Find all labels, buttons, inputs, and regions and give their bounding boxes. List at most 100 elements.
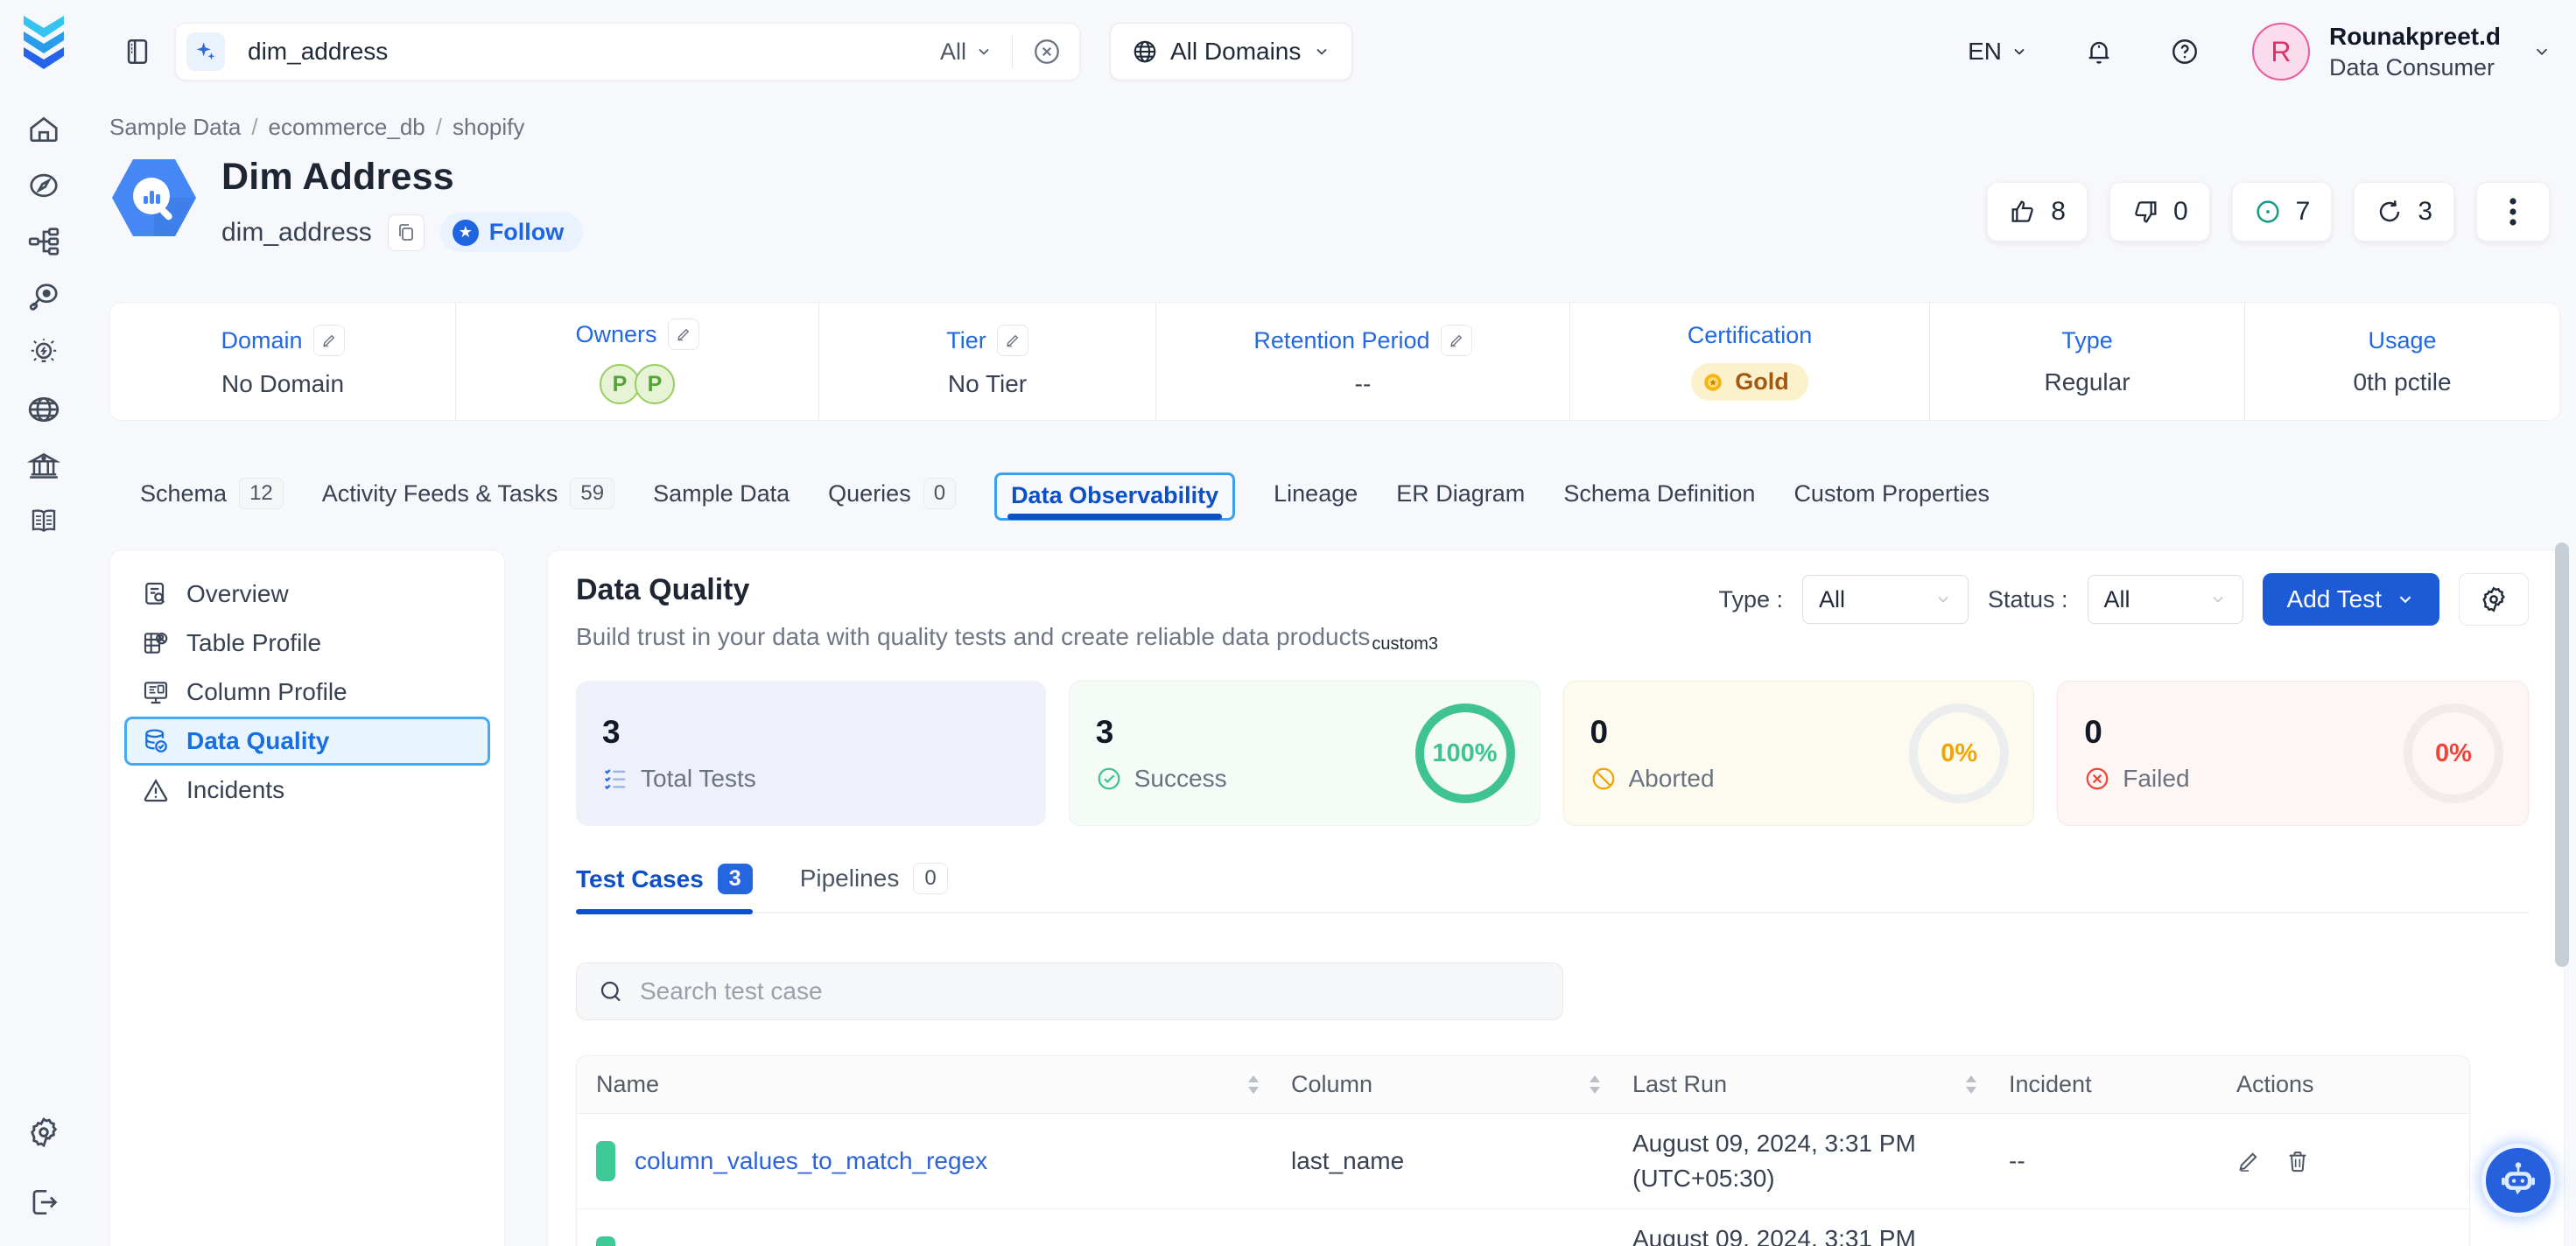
tab-custom-properties[interactable]: Custom Properties [1793, 472, 1990, 522]
test-case-link[interactable]: table_column_count_between [635, 1242, 960, 1246]
type-filter-select[interactable]: All [1802, 575, 1969, 624]
domain-label[interactable]: Domain [221, 327, 302, 354]
sort-icon[interactable] [1247, 1075, 1260, 1094]
versions-count: 3 [2418, 197, 2432, 227]
settings-gear-icon[interactable] [26, 1115, 61, 1150]
follow-button[interactable]: ★ Follow [440, 213, 583, 252]
certification-label[interactable]: Certification [1688, 322, 1813, 349]
star-icon: ★ [453, 220, 479, 246]
aborted-card: 0 Aborted 0% [1563, 681, 2035, 826]
global-search-bar[interactable]: All [175, 23, 1080, 80]
observability-search-eye-icon[interactable] [26, 280, 61, 315]
ai-sparkle-icon[interactable] [186, 32, 225, 71]
observability-side-menu: Overview Table Profile Column Profile Da… [109, 550, 505, 1246]
robot-icon [2495, 1158, 2541, 1203]
tab-label: ER Diagram [1396, 480, 1525, 508]
breadcrumb-item[interactable]: Sample Data [109, 114, 241, 141]
explore-compass-icon[interactable] [26, 168, 61, 203]
retention-label[interactable]: Retention Period [1253, 327, 1429, 354]
custom-property-note: custom3 [1372, 634, 1438, 654]
column-header-name[interactable]: Name [577, 1071, 1272, 1098]
edit-pencil-icon[interactable] [997, 325, 1028, 356]
user-menu[interactable]: Rounakpreet.d Data Consumer [2329, 23, 2501, 81]
clear-search-icon[interactable] [1032, 37, 1062, 66]
notifications-bell-icon[interactable] [2084, 37, 2114, 66]
sort-icon[interactable] [1965, 1075, 1977, 1094]
edit-pencil-icon[interactable] [313, 325, 345, 356]
last-run-value: August 09, 2024, 3:31 PM (UTC+05:30) [1632, 1126, 1970, 1196]
tab-schema[interactable]: Schema 12 [140, 469, 284, 523]
edit-pencil-icon[interactable] [1441, 325, 1472, 356]
table-row: column_values_to_match_regex last_name A… [577, 1114, 2469, 1209]
add-test-button[interactable]: Add Test [2263, 573, 2439, 626]
glossary-book-icon[interactable] [26, 504, 61, 539]
edit-pencil-icon[interactable] [668, 318, 699, 350]
downvote-button[interactable]: 0 [2109, 182, 2210, 242]
edit-pencil-icon[interactable] [2236, 1149, 2261, 1173]
entity-header: Dim Address dim_address ★ Follow [109, 156, 583, 252]
owner-avatar[interactable]: P [635, 364, 675, 404]
table-settings-gear-icon[interactable] [2459, 573, 2529, 626]
insights-bulb-icon[interactable] [26, 336, 61, 371]
search-scope-dropdown[interactable]: All [940, 38, 993, 66]
tab-er-diagram[interactable]: ER Diagram [1396, 472, 1525, 522]
table-row: table_column_count_between -- August 09,… [577, 1209, 2469, 1246]
sidebar-toggle-icon[interactable] [123, 37, 152, 66]
owners-label[interactable]: Owners [575, 321, 656, 348]
user-avatar[interactable]: R [2252, 23, 2310, 80]
status-filter-select[interactable]: All [2088, 575, 2243, 624]
breadcrumb-item[interactable]: shopify [453, 114, 524, 141]
openmetadata-logo-icon[interactable] [18, 12, 69, 70]
tier-label[interactable]: Tier [946, 327, 986, 354]
column-header-last-run[interactable]: Last Run [1613, 1071, 1990, 1098]
menu-item-incidents[interactable]: Incidents [124, 766, 490, 815]
chevron-down-icon[interactable] [2532, 42, 2551, 61]
test-summary-cards: 3 Total Tests 3 Success 100% 0 Aborted [576, 681, 2529, 826]
copy-icon[interactable] [388, 214, 425, 251]
menu-item-overview[interactable]: Overview [124, 570, 490, 619]
tab-lineage[interactable]: Lineage [1274, 472, 1358, 522]
column-profile-icon [141, 677, 171, 707]
chevron-down-icon [975, 43, 993, 60]
menu-item-table-profile[interactable]: Table Profile [124, 619, 490, 668]
failed-percent-ring: 0% [2404, 704, 2503, 803]
vertical-scrollbar[interactable] [2555, 542, 2569, 967]
logout-icon[interactable] [26, 1185, 61, 1220]
chat-bot-button[interactable] [2481, 1144, 2555, 1217]
tasks-button[interactable]: 7 [2232, 182, 2333, 242]
type-label[interactable]: Type [2061, 327, 2113, 354]
tab-activity-feeds[interactable]: Activity Feeds & Tasks 59 [322, 469, 614, 523]
domains-globe-icon[interactable] [26, 392, 61, 427]
delete-trash-icon[interactable] [2285, 1149, 2310, 1173]
search-input[interactable] [248, 38, 940, 66]
govern-bank-icon[interactable] [26, 448, 61, 483]
more-options-button[interactable] [2476, 182, 2550, 242]
lineage-hierarchy-icon[interactable] [26, 224, 61, 259]
upvote-button[interactable]: 8 [1987, 182, 2088, 242]
all-domains-button[interactable]: All Domains [1110, 23, 1352, 80]
menu-item-data-quality[interactable]: Data Quality [124, 717, 490, 766]
task-circle-icon [2254, 198, 2282, 226]
tab-data-observability[interactable]: Data Observability [994, 472, 1235, 521]
column-header-column[interactable]: Column [1272, 1071, 1613, 1098]
test-case-link[interactable]: column_values_to_match_regex [635, 1147, 987, 1175]
sort-icon[interactable] [1589, 1075, 1601, 1094]
chevron-down-icon [2011, 43, 2028, 60]
versions-button[interactable]: 3 [2354, 182, 2454, 242]
menu-item-column-profile[interactable]: Column Profile [124, 668, 490, 717]
tab-queries[interactable]: Queries 0 [828, 469, 956, 523]
language-dropdown[interactable]: EN [1968, 38, 2028, 66]
home-icon[interactable] [26, 112, 61, 147]
tab-sample-data[interactable]: Sample Data [653, 472, 790, 522]
tab-pipelines[interactable]: Pipelines 0 [800, 863, 948, 912]
tab-test-cases[interactable]: Test Cases 3 [576, 864, 753, 912]
tab-label: Schema Definition [1563, 480, 1755, 508]
test-case-search-input[interactable] [640, 977, 1541, 1005]
retention-value: -- [1355, 370, 1372, 398]
info-domain: Domain No Domain [110, 303, 456, 420]
usage-label[interactable]: Usage [2368, 327, 2436, 354]
test-case-search[interactable] [576, 962, 1563, 1020]
breadcrumb-item[interactable]: ecommerce_db [269, 114, 425, 141]
help-icon[interactable] [2170, 37, 2200, 66]
tab-schema-definition[interactable]: Schema Definition [1563, 472, 1755, 522]
